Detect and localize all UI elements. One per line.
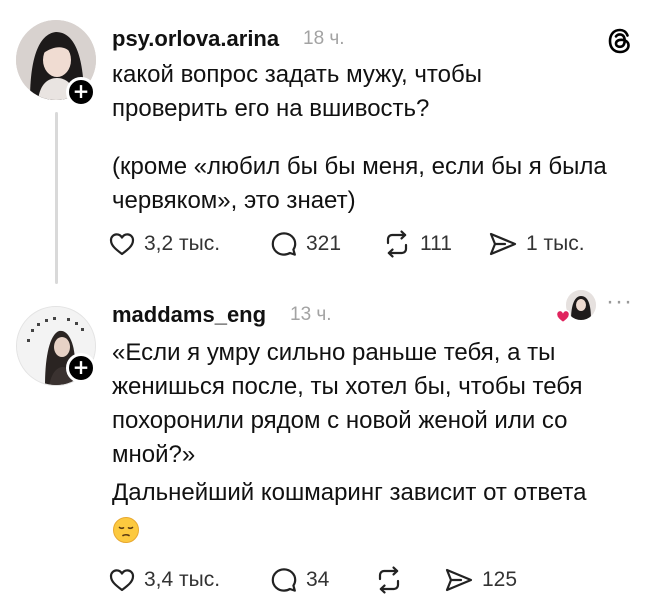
thread-post: + maddams_eng 13 ч. ··· «Если я умру сил… [0,290,660,616]
comment-bubble-icon [271,232,297,256]
comment-count: 321 [306,232,342,255]
repost-icon [378,566,400,594]
like-count: 3,4 тыс. [144,568,221,591]
send-icon [445,568,473,592]
heart-icon [109,569,135,592]
username[interactable]: maddams_eng [112,302,266,328]
threads-logo-icon[interactable] [605,26,635,56]
comment-count: 34 [306,568,330,591]
comment-bubble-icon [271,568,297,592]
follow-plus-icon[interactable]: + [66,353,96,383]
post-text: (кроме «любил бы бы меня, если бы я была… [112,153,607,214]
post-time: 13 ч. [290,304,332,325]
more-icon[interactable]: ··· [606,290,633,314]
heart-icon [109,233,135,256]
repost-icon [386,230,408,258]
username[interactable]: psy.orlova.arina [112,26,279,52]
thread-post: + psy.orlova.arina 18 ч. какой вопрос за… [0,0,660,290]
share-count: 1 тыс. [526,232,585,255]
post-time: 18 ч. [303,28,345,49]
thread-connector-line [55,112,58,284]
post-text: какой вопрос задать мужу, чтобы проверит… [112,61,482,122]
repost-count: 111 [420,232,452,255]
post-text: Дальнейший кошмаринг зависит от ответа [112,479,587,506]
post-text: «Если я умру сильно раньше тебя, а ты же… [112,339,583,468]
follow-plus-icon[interactable]: + [66,77,96,107]
send-icon [489,232,517,256]
liked-heart-icon [555,308,571,324]
share-count: 125 [482,568,518,591]
pensive-face-emoji [112,516,140,544]
like-count: 3,2 тыс. [144,232,221,255]
